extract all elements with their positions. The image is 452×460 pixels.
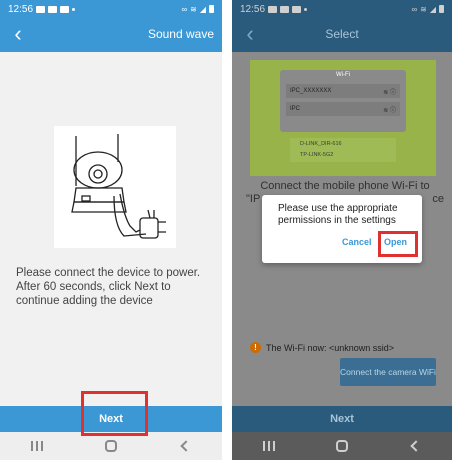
camera-plug-icon	[71, 134, 166, 239]
wifi-list-title: Wi-Fi	[336, 72, 350, 78]
power-instructions: Please connect the device to power. Afte…	[16, 267, 201, 307]
dialog-message: Please use the appropriate permissions i…	[278, 203, 398, 226]
back-icon[interactable]: ‹	[6, 22, 30, 48]
wifi-signal-icon: ≋ ⓘ	[383, 107, 396, 114]
battery-icon	[209, 5, 214, 13]
next-button[interactable]: Next	[232, 406, 452, 432]
wifi-settings-illustration: Wi-Fi IPC_XXXXXXX ≋ ⓘ IPC ≋ ⓘ D-LINK_DIR…	[250, 60, 436, 176]
status-time: 12:56	[240, 3, 266, 15]
status-time: 12:56	[8, 3, 34, 15]
signal-icon: ◢	[199, 4, 206, 14]
connect-camera-wifi-button[interactable]: Connect the camera WiFi	[340, 358, 436, 386]
wifi-network-name: D-LINK_DIR-616	[300, 141, 342, 147]
wifi-icon: ≋	[420, 4, 427, 14]
home-icon[interactable]	[105, 440, 117, 452]
battery-icon	[439, 5, 444, 13]
wifi-network-name: IPC_XXXXXXX	[290, 88, 332, 94]
wifi-status-text: The Wi-Fi now: <unknown ssid>	[266, 342, 395, 353]
warning-icon: !	[250, 342, 261, 353]
wifi-network-name: IPC	[290, 106, 301, 112]
gallery-icon	[36, 5, 46, 13]
next-highlight-box	[81, 391, 148, 436]
connect-instructions-fragment: ce	[432, 193, 444, 205]
gallery-icon	[268, 5, 278, 13]
system-navigation-bar	[232, 432, 452, 460]
home-icon[interactable]	[335, 440, 348, 452]
dot-icon	[304, 7, 308, 11]
message-icon	[280, 5, 290, 13]
wifi-signal-icon: ≋ ⓘ	[383, 89, 396, 96]
status-bar: 12:56 ∞ ≋ ◢	[232, 0, 452, 18]
wifi-network-row: IPC ≋ ⓘ	[286, 102, 400, 116]
status-bar: 12:56 ∞ ≋ ◢	[0, 0, 222, 18]
image-icon	[60, 5, 70, 13]
connect-instructions-line1: Connect the mobile phone Wi-Fi to	[260, 180, 430, 192]
wifi-network-row: IPC_XXXXXXX ≋ ⓘ	[286, 84, 400, 98]
image-icon	[292, 5, 302, 13]
message-icon	[48, 5, 58, 13]
camera-power-illustration	[54, 126, 176, 248]
wifi-network-name: TP-LINK-5G2	[300, 152, 334, 158]
wifi-status: ! The Wi-Fi now: <unknown ssid>	[250, 342, 394, 353]
title-bar: ‹ Select	[232, 18, 452, 52]
page-title: Sound wave	[147, 27, 214, 41]
recent-apps-icon[interactable]	[262, 441, 275, 451]
open-highlight-box	[378, 231, 418, 257]
nav-back-icon[interactable]	[409, 440, 421, 452]
dot-icon	[72, 7, 76, 11]
wifi-list-lower: D-LINK_DIR-616 TP-LINK-5G2	[290, 138, 396, 162]
link-icon: ∞	[411, 4, 418, 14]
dialog-cancel-button[interactable]: Cancel	[342, 237, 372, 247]
system-navigation-bar	[0, 432, 222, 460]
next-bar: Next	[232, 406, 452, 432]
title-bar: ‹ Sound wave	[0, 18, 222, 52]
link-icon: ∞	[181, 4, 188, 14]
page-title: Select	[325, 27, 359, 41]
wifi-icon: ≋	[190, 4, 197, 14]
wifi-list-card: Wi-Fi IPC_XXXXXXX ≋ ⓘ IPC ≋ ⓘ	[280, 70, 406, 132]
left-phone-screen: 12:56 ∞ ≋ ◢ ‹ Sound wave Please connect …	[0, 0, 222, 460]
connect-instructions-fragment: "IP	[246, 193, 261, 205]
signal-icon: ◢	[429, 4, 436, 14]
recent-apps-icon[interactable]	[31, 441, 43, 451]
nav-back-icon[interactable]	[179, 440, 191, 452]
